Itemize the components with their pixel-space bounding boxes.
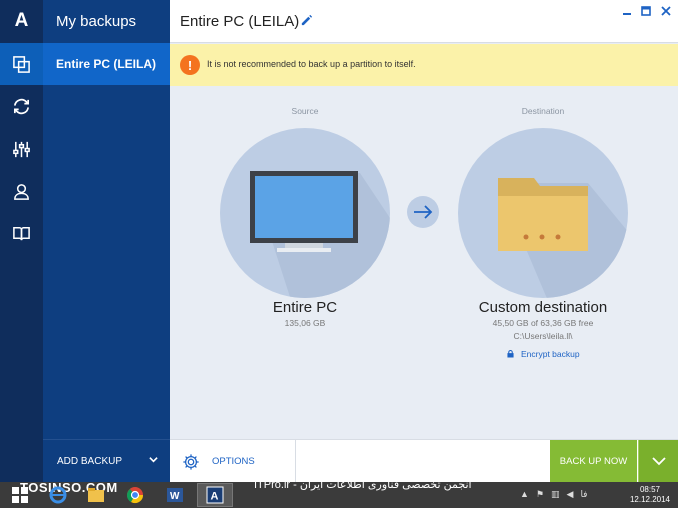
tray-flag-icon[interactable]: ⚑ xyxy=(536,489,544,500)
tray-up-icon[interactable]: ▲ xyxy=(520,489,529,500)
taskbar-word[interactable]: W xyxy=(157,483,193,507)
word-icon: W xyxy=(167,488,183,502)
account-icon xyxy=(14,183,29,200)
main-area: Entire PC (LEILA) ! It is not recommende… xyxy=(170,0,678,483)
svg-text:A: A xyxy=(211,491,219,503)
book-icon xyxy=(13,226,30,240)
taskbar-chrome[interactable] xyxy=(117,483,153,507)
acronis-logo: A xyxy=(14,10,29,31)
taskbar-ie[interactable] xyxy=(40,483,76,507)
header: Entire PC (LEILA) xyxy=(170,0,678,43)
folder-icon xyxy=(498,178,628,298)
page-title: Entire PC (LEILA) xyxy=(180,13,300,30)
destination-path: C:\Users\leila.ll\ xyxy=(513,331,573,341)
maximize-icon[interactable] xyxy=(640,5,652,17)
tray-language[interactable]: فا xyxy=(580,489,587,500)
rail-item-help[interactable] xyxy=(0,212,43,254)
warning-icon: ! xyxy=(180,55,200,75)
close-icon[interactable] xyxy=(660,5,672,17)
add-backup-label: ADD BACKUP xyxy=(57,455,123,467)
options-label: OPTIONS xyxy=(212,456,255,467)
watermark-right-text: ITPro.ir - انجمن تخصصی فناوری اطلاعات ای… xyxy=(254,479,472,491)
acronis-icon: A xyxy=(206,486,224,504)
add-backup-button[interactable]: ADD BACKUP xyxy=(43,439,170,482)
clock[interactable]: 08:57 12.12.2014 xyxy=(630,485,670,505)
chevron-down-icon xyxy=(149,457,158,463)
chevron-down-icon xyxy=(651,457,666,466)
rail-item-tools[interactable] xyxy=(0,128,43,170)
rail-item-backup[interactable] xyxy=(0,43,43,85)
rail-item-sync[interactable] xyxy=(0,85,43,127)
direction-arrow xyxy=(407,196,439,228)
start-button[interactable] xyxy=(2,483,38,507)
tray-volume-icon[interactable]: ◀ xyxy=(567,489,574,500)
icon-rail: A xyxy=(0,0,43,482)
back-up-now-button[interactable]: BACK UP NOW xyxy=(550,440,637,483)
backup-list-item[interactable]: Entire PC (LEILA) xyxy=(43,43,170,85)
monitor-icon xyxy=(250,171,390,298)
source-name: Entire PC xyxy=(272,299,338,316)
internet-explorer-icon xyxy=(49,486,67,504)
footer: OPTIONS BACK UP NOW xyxy=(170,439,678,483)
warning-text: It is not recommended to back up a parti… xyxy=(207,59,416,69)
minimize-icon[interactable] xyxy=(621,5,633,17)
lock-icon xyxy=(507,350,514,358)
source-size: 135,06 GB xyxy=(284,318,326,328)
copy-icon xyxy=(13,55,30,73)
windows-logo-icon xyxy=(12,487,28,503)
source-caption: Source xyxy=(291,106,319,116)
destination-name: Custom destination xyxy=(478,299,608,316)
encrypt-backup-link[interactable]: Encrypt backup xyxy=(507,349,580,359)
gear-icon xyxy=(183,453,199,470)
destination-space: 45,50 GB of 63,36 GB free xyxy=(492,318,594,328)
tray-network-icon[interactable]: ▥ xyxy=(551,489,560,500)
warning-banner: ! It is not recommended to back up a par… xyxy=(170,44,678,86)
clock-date: 12.12.2014 xyxy=(629,495,670,504)
chrome-icon xyxy=(126,487,144,504)
panel-title: My backups xyxy=(56,13,137,30)
pencil-icon[interactable] xyxy=(300,14,313,27)
windows-taskbar: TOSINSO.COM W A ITPro.ir - انجمن تخصصی ف… xyxy=(0,479,678,508)
svg-text:W: W xyxy=(170,491,180,502)
system-tray: ▲ ⚑ ▥ ◀ فا xyxy=(520,489,587,500)
destination-selector[interactable] xyxy=(458,128,628,298)
options-button[interactable]: OPTIONS xyxy=(170,440,296,483)
taskbar-explorer[interactable] xyxy=(78,483,114,507)
source-selector[interactable] xyxy=(220,128,390,298)
back-up-dropdown-button[interactable] xyxy=(638,440,678,483)
taskbar-acronis[interactable]: A xyxy=(197,483,233,507)
backups-panel: My backups Entire PC (LEILA) ADD BACKUP xyxy=(43,0,170,482)
file-explorer-icon xyxy=(88,488,104,502)
arrow-right-icon xyxy=(414,205,433,219)
rail-item-account[interactable] xyxy=(0,170,43,212)
clock-time: 08:57 xyxy=(639,485,660,494)
sync-icon xyxy=(13,98,30,114)
encrypt-backup-label: Encrypt backup xyxy=(521,349,580,359)
destination-caption: Destination xyxy=(521,106,565,116)
tools-icon xyxy=(13,141,30,157)
